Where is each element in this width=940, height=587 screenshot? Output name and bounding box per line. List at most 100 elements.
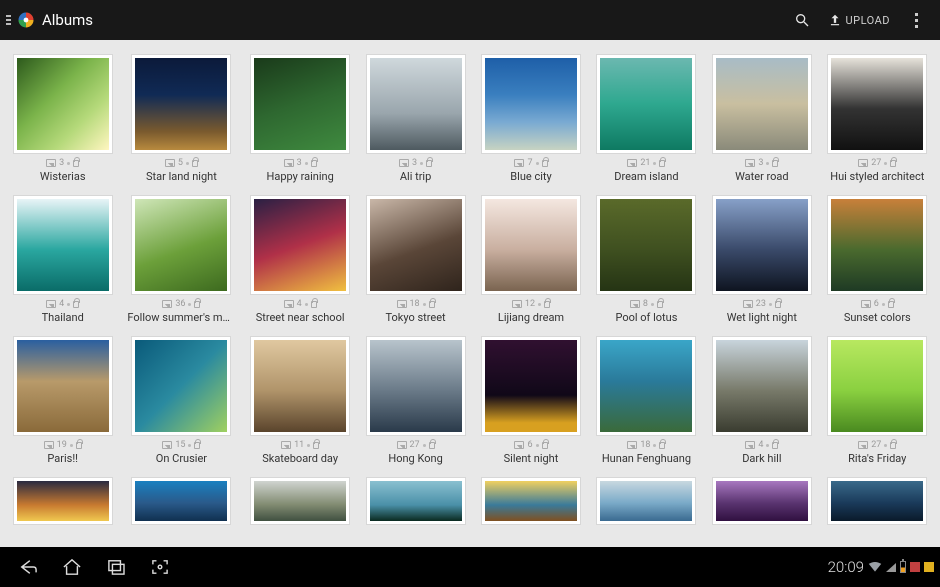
album-thumbnail: [250, 477, 350, 525]
lock-icon: [76, 442, 82, 449]
album-item[interactable]: 18 Hunan Fenghuang: [596, 336, 697, 465]
album-item[interactable]: 19Paris!!: [12, 336, 113, 465]
album-item[interactable]: 3Wisterias: [12, 54, 113, 183]
album-item[interactable]: 6Sunset colors: [827, 195, 928, 324]
album-item[interactable]: 0: [711, 477, 812, 525]
album-item[interactable]: 11Skateboard day: [249, 336, 350, 465]
lock-icon: [194, 442, 200, 449]
album-item[interactable]: 0: [596, 477, 697, 525]
album-title: Lijiang dream: [498, 311, 564, 324]
system-navbar: 20:09: [0, 547, 940, 587]
album-item[interactable]: 0: [12, 477, 113, 525]
lock-icon: [659, 442, 665, 449]
photos-icon: [46, 159, 56, 167]
overflow-menu-button[interactable]: [898, 0, 934, 40]
battery-icon: [900, 561, 906, 573]
photos-icon: [284, 159, 294, 167]
album-count: 7: [527, 158, 532, 168]
album-count: 5: [178, 158, 183, 168]
search-button[interactable]: [784, 0, 820, 40]
lock-icon: [544, 301, 550, 308]
photos-icon: [46, 300, 56, 308]
status-clock: 20:09: [828, 558, 864, 576]
photos-icon: [399, 159, 409, 167]
recent-apps-button[interactable]: [94, 547, 138, 587]
photos-icon: [162, 441, 172, 449]
album-meta: 36: [162, 299, 200, 309]
album-item[interactable]: 3Happy raining: [249, 54, 350, 183]
album-title: Wet light night: [727, 311, 797, 324]
album-item[interactable]: 21 Dream island: [596, 54, 697, 183]
lock-icon: [73, 301, 79, 308]
album-item[interactable]: 4Dark hill: [711, 336, 812, 465]
album-meta: 27: [858, 440, 896, 450]
back-button[interactable]: [6, 547, 50, 587]
album-item[interactable]: 18Tokyo street: [365, 195, 466, 324]
album-thumbnail: [712, 195, 812, 295]
album-thumbnail: [481, 477, 581, 525]
album-item[interactable]: 27Hong Kong: [365, 336, 466, 465]
album-item[interactable]: 3Ali trip: [365, 54, 466, 183]
lock-icon: [429, 442, 435, 449]
album-count: 8: [643, 299, 648, 309]
album-count: 4: [758, 440, 763, 450]
album-thumbnail: [366, 336, 466, 436]
album-count: 12: [525, 299, 535, 309]
album-thumbnail: [481, 336, 581, 436]
album-title: Hui styled architect: [830, 170, 924, 183]
lock-icon: [888, 301, 894, 308]
album-title: Dream island: [614, 170, 678, 183]
album-count: 19: [57, 440, 67, 450]
screenshot-button[interactable]: [138, 547, 182, 587]
album-item[interactable]: 6Silent night: [480, 336, 581, 465]
album-meta: 18: [627, 440, 665, 450]
album-item[interactable]: 0: [827, 477, 928, 525]
album-title: Hunan Fenghuang: [602, 452, 691, 465]
album-title: Silent night: [504, 452, 559, 465]
album-item[interactable]: 0: [480, 477, 581, 525]
lock-icon: [429, 301, 435, 308]
album-item[interactable]: 0: [365, 477, 466, 525]
album-count: 3: [758, 158, 763, 168]
upload-button[interactable]: UPLOAD: [820, 0, 899, 40]
album-thumbnail: [131, 336, 231, 436]
album-item[interactable]: 7Blue city: [480, 54, 581, 183]
album-item[interactable]: 8Pool of lotus: [596, 195, 697, 324]
lock-icon: [659, 160, 665, 167]
album-item[interactable]: 27 Hui styled architect: [827, 54, 928, 183]
app-icon[interactable]: [16, 10, 36, 30]
album-item[interactable]: 15On Crusier: [127, 336, 235, 465]
album-count: 4: [297, 299, 302, 309]
album-item[interactable]: 12 Lijiang dream: [480, 195, 581, 324]
action-bar: Albums UPLOAD: [0, 0, 940, 40]
album-item[interactable]: 23Wet light night: [711, 195, 812, 324]
album-count: 21: [640, 158, 650, 168]
album-meta: 18: [397, 299, 435, 309]
overflow-icon: [915, 13, 918, 28]
album-item[interactable]: 5Star land night: [127, 54, 235, 183]
album-item[interactable]: 0: [249, 477, 350, 525]
albums-content[interactable]: 3Wisterias5Star land night3Happy raining…: [0, 40, 940, 547]
photos-icon: [514, 441, 524, 449]
album-count: 11: [294, 440, 304, 450]
photos-icon: [743, 300, 753, 308]
album-item[interactable]: 27Rita's Friday: [827, 336, 928, 465]
album-title: Sunset colors: [844, 311, 911, 324]
drawer-hint-icon[interactable]: [6, 15, 14, 25]
photos-icon: [858, 441, 868, 449]
album-title: Thailand: [42, 311, 84, 324]
album-count: 27: [871, 440, 881, 450]
album-meta: 8: [630, 299, 663, 309]
album-item[interactable]: 3Water road: [711, 54, 812, 183]
status-indicator-red: [910, 562, 920, 572]
lock-icon: [542, 160, 548, 167]
album-item[interactable]: 0: [127, 477, 235, 525]
album-count: 18: [410, 299, 420, 309]
album-thumbnail: [827, 54, 927, 154]
photos-icon: [627, 159, 637, 167]
album-item[interactable]: 4Street near school: [249, 195, 350, 324]
home-button[interactable]: [50, 547, 94, 587]
album-item[interactable]: 4Thailand: [12, 195, 113, 324]
album-item[interactable]: 36Follow summer's mel…: [127, 195, 235, 324]
album-meta: 27: [858, 158, 896, 168]
